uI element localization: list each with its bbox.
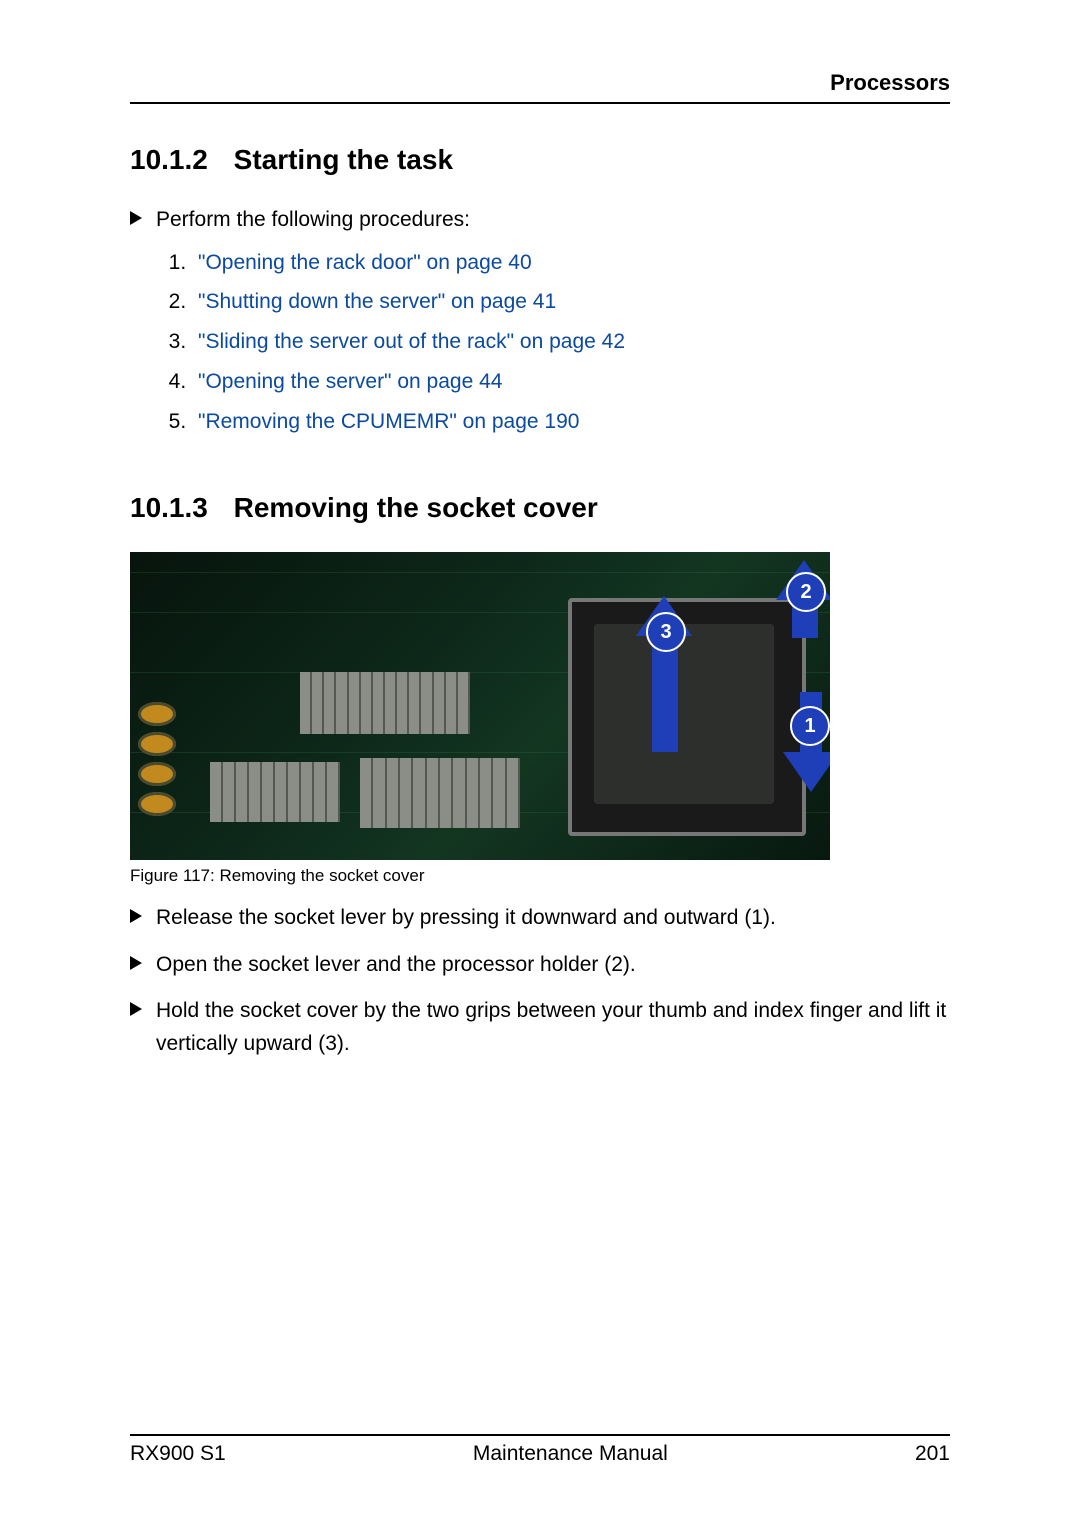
figure-callout: 3 <box>646 612 686 652</box>
triangle-bullet-icon <box>130 1002 142 1016</box>
step-list: Release the socket lever by pressing it … <box>130 902 950 1060</box>
footer-title: Maintenance Manual <box>473 1442 668 1466</box>
figure-callout: 2 <box>786 572 826 612</box>
list-item: "Removing the CPUMEMR" on page 190 <box>192 402 950 442</box>
list-item: "Sliding the server out of the rack" on … <box>192 322 950 362</box>
procedure-list: "Opening the rack door" on page 40 "Shut… <box>130 243 950 442</box>
footer-page: 201 <box>915 1442 950 1466</box>
heading-text: Starting the task <box>234 144 453 175</box>
heading-removing-socket-cover: 10.1.3 Removing the socket cover <box>130 492 950 524</box>
heatsink <box>300 672 470 734</box>
step-text: Open the socket lever and the processor … <box>156 949 636 982</box>
figure-callout: 1 <box>790 706 830 746</box>
figure-caption: Figure 117: Removing the socket cover <box>130 866 950 886</box>
step-text: Hold the socket cover by the two grips b… <box>156 995 950 1060</box>
list-item: "Shutting down the server" on page 41 <box>192 282 950 322</box>
xref-link[interactable]: "Sliding the server out of the rack" on … <box>198 330 625 353</box>
step-item: Hold the socket cover by the two grips b… <box>130 995 950 1060</box>
intro-text: Perform the following procedures: <box>156 204 470 237</box>
triangle-bullet-icon <box>130 956 142 970</box>
intro-block: Perform the following procedures: "Openi… <box>130 204 950 442</box>
xref-link[interactable]: "Opening the rack door" on page 40 <box>198 251 532 274</box>
footer-model: RX900 S1 <box>130 1442 226 1466</box>
list-item: "Opening the server" on page 44 <box>192 362 950 402</box>
heading-number: 10.1.3 <box>130 492 208 523</box>
figure-image: 1 2 3 <box>130 552 830 860</box>
heatsink <box>360 758 520 828</box>
heading-text: Removing the socket cover <box>234 492 598 523</box>
header-section: Processors <box>130 70 950 104</box>
xref-link[interactable]: "Shutting down the server" on page 41 <box>198 290 556 313</box>
step-item: Release the socket lever by pressing it … <box>130 902 950 935</box>
page-footer: RX900 S1 Maintenance Manual 201 <box>130 1434 950 1466</box>
list-item: "Opening the rack door" on page 40 <box>192 243 950 283</box>
triangle-bullet-icon <box>130 211 142 225</box>
step-item: Open the socket lever and the processor … <box>130 949 950 982</box>
xref-link[interactable]: "Removing the CPUMEMR" on page 190 <box>198 410 579 433</box>
port-cluster <box>138 702 176 816</box>
heatsink <box>210 762 340 822</box>
heading-number: 10.1.2 <box>130 144 208 175</box>
intro-line: Perform the following procedures: <box>130 204 950 237</box>
page: Processors 10.1.2 Starting the task Perf… <box>0 0 1080 1526</box>
heading-starting-task: 10.1.2 Starting the task <box>130 144 950 176</box>
step-text: Release the socket lever by pressing it … <box>156 902 776 935</box>
socket-cover <box>594 624 774 804</box>
triangle-bullet-icon <box>130 909 142 923</box>
xref-link[interactable]: "Opening the server" on page 44 <box>198 370 502 393</box>
